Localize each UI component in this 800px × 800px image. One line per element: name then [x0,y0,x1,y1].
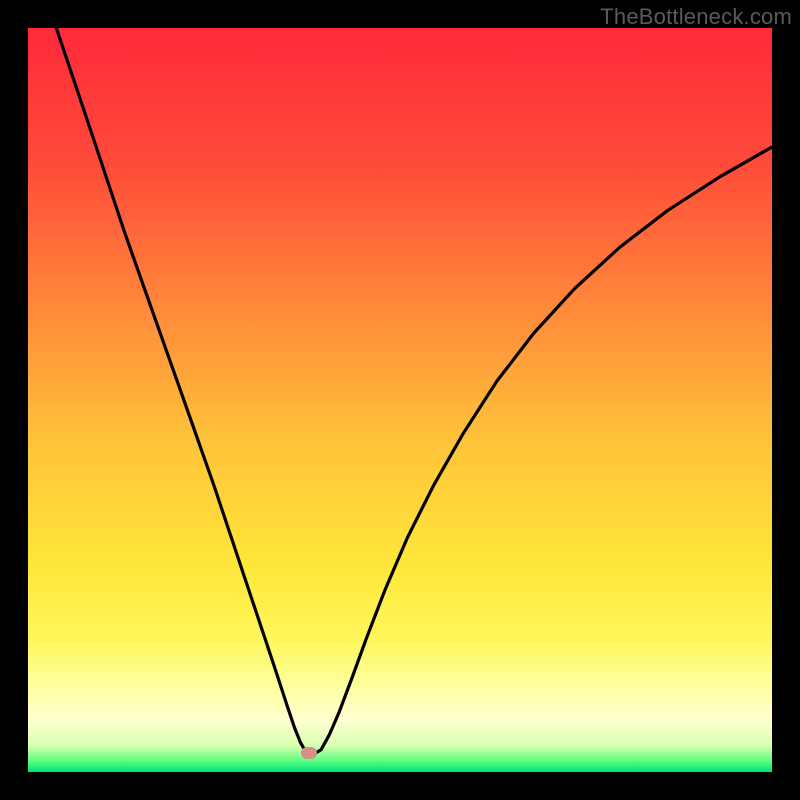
plot-area [28,28,772,772]
watermark-text: TheBottleneck.com [600,4,792,30]
optimal-point-marker [301,747,317,759]
bottleneck-curve [28,28,772,772]
